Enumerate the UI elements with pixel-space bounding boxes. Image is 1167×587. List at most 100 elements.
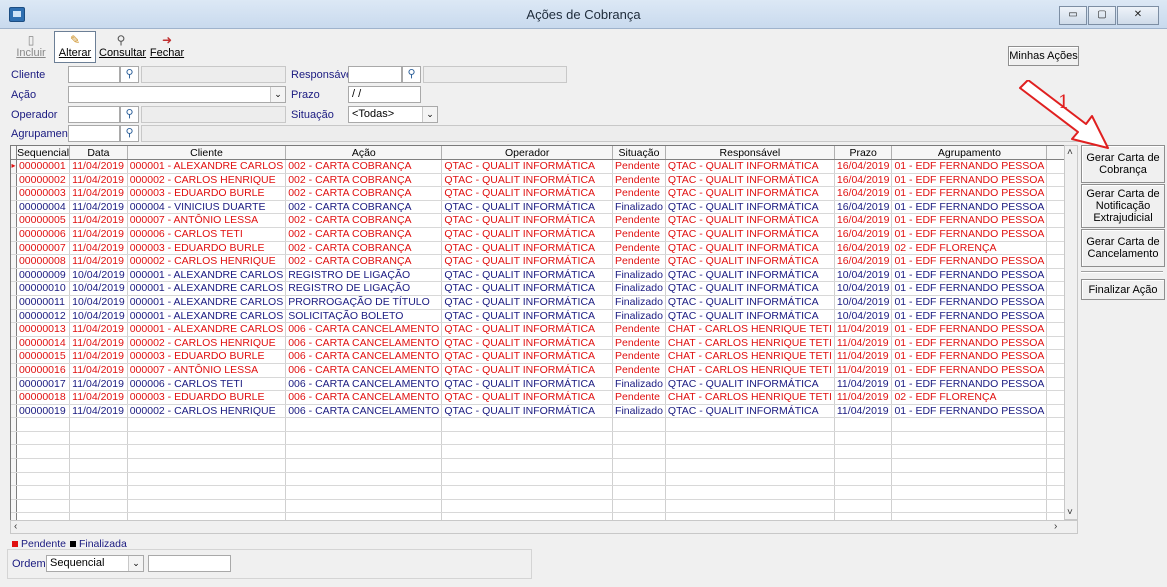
- cell-agrupamento: 01 - EDF FERNANDO PESSOA: [891, 309, 1048, 324]
- prazo-input[interactable]: / /: [348, 86, 421, 103]
- cliente-search-icon[interactable]: ⚲: [120, 66, 139, 83]
- minhas-acoes-button[interactable]: Minhas Ações: [1008, 46, 1079, 66]
- col-operador[interactable]: Operador: [441, 146, 614, 160]
- agrupamento-code-input[interactable]: [68, 125, 120, 142]
- operador-search-icon[interactable]: ⚲: [120, 106, 139, 123]
- empty-cell: [665, 417, 835, 432]
- table-row[interactable]: 00000018 11/04/2019 000003 - EDUARDO BURLE…: [11, 390, 1065, 405]
- cell-data: 11/04/2019: [69, 200, 128, 215]
- col-agrupamento[interactable]: Agrupamento: [891, 146, 1048, 160]
- empty-cell: [834, 431, 893, 446]
- col-cliente[interactable]: Cliente: [127, 146, 287, 160]
- table-row[interactable]: ▸ 00000001 11/04/2019 000001 - ALEXANDRE CA…: [11, 159, 1065, 174]
- scroll-right-icon[interactable]: ›: [1054, 521, 1057, 532]
- col-data[interactable]: Data: [69, 146, 128, 160]
- cell-cliente: 000001 - ALEXANDRE CARLOS: [127, 159, 287, 174]
- cell-situacao: Finalizado: [612, 295, 666, 310]
- cell-operador: QTAC - QUALIT INFORMÁTICA: [441, 377, 614, 392]
- empty-cell: [441, 458, 614, 473]
- horizontal-scrollbar[interactable]: ‹ ›: [10, 520, 1078, 534]
- responsavel-search-icon[interactable]: ⚲: [402, 66, 421, 83]
- empty-cell: [1046, 485, 1065, 500]
- cell-data: 11/04/2019: [69, 322, 128, 337]
- cell-operador: QTAC - QUALIT INFORMÁTICA: [441, 200, 614, 215]
- cell-filler: [1046, 200, 1065, 215]
- acao-select[interactable]: ⌄: [68, 86, 286, 103]
- table-row[interactable]: 00000003 11/04/2019 000003 - EDUARDO BURLE…: [11, 186, 1065, 201]
- ordem-search-input[interactable]: [148, 555, 231, 572]
- minimize-button[interactable]: ▭: [1059, 6, 1087, 25]
- cell-data: 11/04/2019: [69, 227, 128, 242]
- cell-responsavel: QTAC - QUALIT INFORMÁTICA: [665, 200, 835, 215]
- table-row[interactable]: 00000016 11/04/2019 000007 - ANTÔNIO LESSA…: [11, 363, 1065, 378]
- responsavel-code-input[interactable]: [348, 66, 402, 83]
- cell-filler: [1046, 309, 1065, 324]
- cliente-name-field: [141, 66, 286, 83]
- col-acao[interactable]: Ação: [285, 146, 443, 160]
- incluir-button[interactable]: ▯ Incluir: [10, 31, 52, 63]
- maximize-button[interactable]: ▢: [1088, 6, 1116, 25]
- scroll-left-icon[interactable]: ‹: [14, 521, 17, 532]
- acoes-grid[interactable]: Sequencial Data Cliente Ação Operador Si…: [10, 145, 1066, 522]
- table-row[interactable]: 00000008 11/04/2019 000002 - CARLOS HENRIQ…: [11, 254, 1065, 269]
- col-prazo[interactable]: Prazo: [834, 146, 893, 160]
- empty-cell: [891, 431, 1048, 446]
- table-row[interactable]: 00000006 11/04/2019 000006 - CARLOS TETI 00…: [11, 227, 1065, 242]
- fechar-button[interactable]: ➜ Fechar: [146, 31, 188, 63]
- empty-cell: [16, 444, 71, 460]
- cell-acao: 006 - CARTA CANCELAMENTO: [285, 390, 443, 405]
- table-row[interactable]: 00000012 10/04/2019 000001 - ALEXANDRE CAR…: [11, 309, 1065, 324]
- cell-filler: [1046, 227, 1065, 242]
- table-row[interactable]: 00000017 11/04/2019 000006 - CARLOS TETI 00…: [11, 377, 1065, 392]
- gerar-carta-cancelamento-button[interactable]: Gerar Carta de Cancelamento: [1081, 229, 1165, 267]
- table-row[interactable]: 00000007 11/04/2019 000003 - EDUARDO BURLE…: [11, 241, 1065, 256]
- scroll-up-icon[interactable]: ˄: [1067, 147, 1073, 158]
- table-row[interactable]: 00000014 11/04/2019 000002 - CARLOS HENRIQ…: [11, 336, 1065, 351]
- table-row[interactable]: 00000005 11/04/2019 000007 - ANTÔNIO LESSA…: [11, 213, 1065, 228]
- finalizar-acao-button[interactable]: Finalizar Ação: [1081, 279, 1165, 300]
- operador-code-input[interactable]: [68, 106, 120, 123]
- empty-cell: [441, 444, 614, 460]
- col-situacao[interactable]: Situação: [612, 146, 666, 160]
- vertical-scrollbar[interactable]: ˄ ˅: [1064, 145, 1078, 520]
- table-row[interactable]: 00000009 10/04/2019 000001 - ALEXANDRE CAR…: [11, 268, 1065, 283]
- table-row[interactable]: 00000013 11/04/2019 000001 - ALEXANDRE CAR…: [11, 322, 1065, 337]
- cell-acao: 002 - CARTA COBRANÇA: [285, 254, 443, 269]
- situacao-value: <Todas>: [352, 108, 395, 120]
- cell-cliente: 000001 - ALEXANDRE CARLOS: [127, 309, 287, 324]
- grid-header: Sequencial Data Cliente Ação Operador Si…: [11, 146, 1065, 160]
- table-row[interactable]: 00000015 11/04/2019 000003 - EDUARDO BURLE…: [11, 349, 1065, 364]
- consultar-button[interactable]: ⚲ Consultar: [98, 31, 146, 63]
- cell-cliente: 000003 - EDUARDO BURLE: [127, 241, 287, 256]
- ordem-select[interactable]: Sequencial ⌄: [46, 555, 144, 572]
- cell-responsavel: QTAC - QUALIT INFORMÁTICA: [665, 227, 835, 242]
- cell-filler: [1046, 268, 1065, 283]
- alterar-button[interactable]: ✎ Alterar: [54, 31, 96, 63]
- col-responsavel[interactable]: Responsável: [665, 146, 835, 160]
- cliente-code-input[interactable]: [68, 66, 120, 83]
- empty-cell: [612, 417, 666, 432]
- col-sequencial[interactable]: Sequencial: [16, 146, 71, 160]
- cell-prazo: 16/04/2019: [834, 241, 893, 256]
- empty-cell: [285, 485, 443, 500]
- table-row[interactable]: 00000011 10/04/2019 000001 - ALEXANDRE CAR…: [11, 295, 1065, 310]
- cell-operador: QTAC - QUALIT INFORMÁTICA: [441, 363, 614, 378]
- scroll-down-icon[interactable]: ˅: [1067, 507, 1073, 518]
- empty-cell: [16, 417, 71, 432]
- agrupamento-search-icon[interactable]: ⚲: [120, 125, 139, 142]
- cell-sequencial: 00000005: [16, 213, 71, 228]
- cell-situacao: Pendente: [612, 186, 666, 201]
- cell-situacao: Finalizado: [612, 377, 666, 392]
- cell-cliente: 000001 - ALEXANDRE CARLOS: [127, 322, 287, 337]
- pendente-swatch: [12, 541, 18, 547]
- table-row[interactable]: 00000004 11/04/2019 000004 - VINICIUS DUAR…: [11, 200, 1065, 215]
- table-row[interactable]: 00000010 10/04/2019 000001 - ALEXANDRE CAR…: [11, 281, 1065, 296]
- gerar-carta-notificacao-button[interactable]: Gerar Carta de Notificação Extrajudicial: [1081, 184, 1165, 228]
- situacao-select[interactable]: <Todas> ⌄: [348, 106, 438, 123]
- table-row[interactable]: 00000019 11/04/2019 000002 - CARLOS HENRIQ…: [11, 404, 1065, 419]
- cell-filler: [1046, 186, 1065, 201]
- table-row[interactable]: 00000002 11/04/2019 000002 - CARLOS HENRIQ…: [11, 173, 1065, 188]
- close-button[interactable]: ✕: [1117, 6, 1159, 25]
- cell-sequencial: 00000011: [16, 295, 71, 310]
- cell-situacao: Finalizado: [612, 309, 666, 324]
